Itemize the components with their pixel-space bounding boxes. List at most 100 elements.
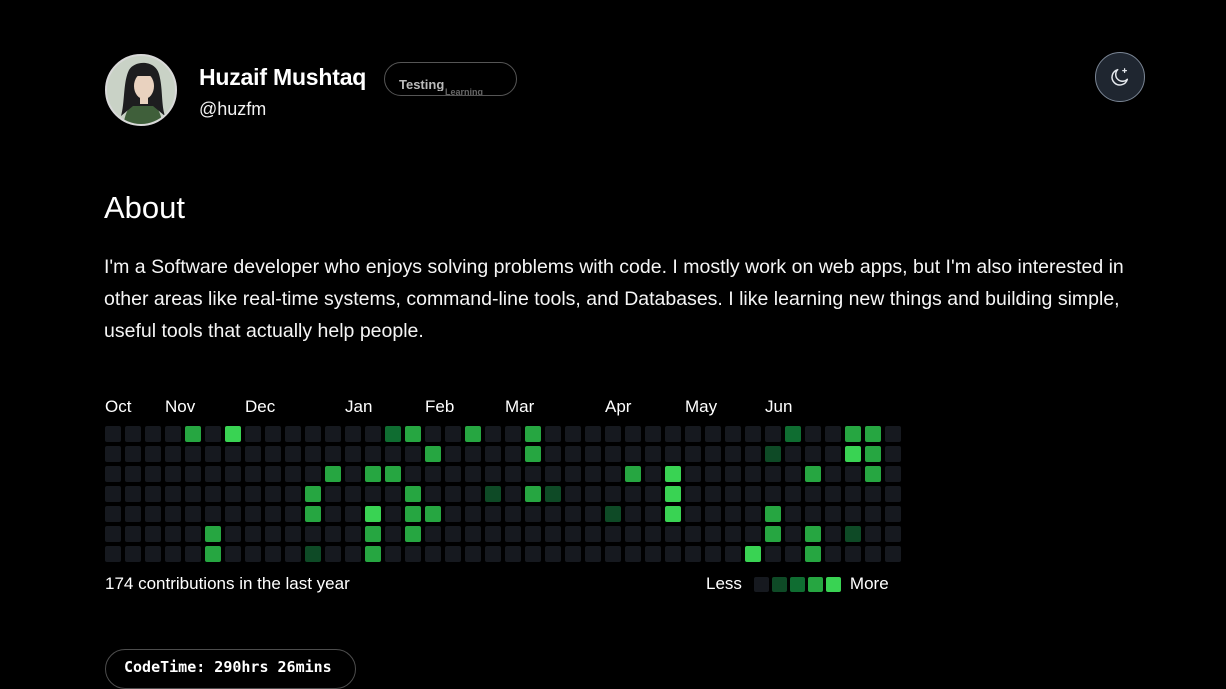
contribution-cell <box>445 546 461 562</box>
contribution-cell <box>105 506 121 522</box>
contribution-cell <box>805 466 821 482</box>
contribution-cell <box>345 546 361 562</box>
contribution-cell <box>685 446 701 462</box>
contribution-cell <box>445 506 461 522</box>
contribution-cell <box>745 426 761 442</box>
contribution-cell <box>345 486 361 502</box>
contribution-cell <box>165 546 181 562</box>
contribution-cell <box>425 546 441 562</box>
contribution-cell <box>385 546 401 562</box>
contribution-cell <box>845 486 861 502</box>
contribution-cell <box>745 546 761 562</box>
theme-toggle-button[interactable] <box>1095 52 1145 102</box>
contribution-cell <box>645 506 661 522</box>
contribution-cell <box>185 546 201 562</box>
contribution-cell <box>445 466 461 482</box>
contribution-cell <box>225 506 241 522</box>
contribution-cell <box>885 446 901 462</box>
contribution-cell <box>865 466 881 482</box>
contribution-cell <box>405 466 421 482</box>
contribution-cell <box>665 486 681 502</box>
contribution-cell <box>245 486 261 502</box>
contribution-cell <box>325 446 341 462</box>
contribution-cell <box>685 526 701 542</box>
contribution-cell <box>585 446 601 462</box>
contribution-cell <box>245 546 261 562</box>
contribution-cell <box>765 526 781 542</box>
contribution-cell <box>845 466 861 482</box>
contribution-cell <box>725 506 741 522</box>
contribution-cell <box>845 526 861 542</box>
contribution-cell <box>665 506 681 522</box>
contribution-cell <box>145 506 161 522</box>
contribution-cell <box>245 466 261 482</box>
profile-name: Huzaif Mushtaq <box>199 64 367 90</box>
contribution-cell <box>845 506 861 522</box>
contribution-cell <box>145 526 161 542</box>
contribution-cell <box>405 526 421 542</box>
contribution-cell <box>465 446 481 462</box>
contribution-cell <box>425 506 441 522</box>
contribution-cell <box>765 466 781 482</box>
contribution-cell <box>585 486 601 502</box>
contribution-cell <box>425 486 441 502</box>
contribution-cell <box>685 466 701 482</box>
contribution-cell <box>765 506 781 522</box>
contribution-cell <box>165 486 181 502</box>
contribution-cell <box>545 426 561 442</box>
contribution-cell <box>185 426 201 442</box>
contribution-cell <box>525 526 541 542</box>
legend-swatch <box>771 576 787 592</box>
contribution-cell <box>445 486 461 502</box>
contribution-cell <box>425 526 441 542</box>
month-label: Apr <box>605 397 632 416</box>
contribution-cell <box>145 486 161 502</box>
contribution-cell <box>825 506 841 522</box>
contribution-cell <box>205 506 221 522</box>
contribution-cell <box>525 506 541 522</box>
about-text: I'm a Software developer who enjoys solv… <box>104 256 1124 342</box>
contribution-cell <box>825 546 841 562</box>
contribution-months: Oct Nov Dec Jan Feb Mar Apr May Jun <box>105 397 905 419</box>
contribution-cell <box>105 546 121 562</box>
contribution-cell <box>745 506 761 522</box>
contribution-cell <box>505 446 521 462</box>
contribution-cell <box>665 526 681 542</box>
contribution-cell <box>545 526 561 542</box>
contribution-cell <box>265 526 281 542</box>
contribution-cell <box>445 446 461 462</box>
contribution-cell <box>645 486 661 502</box>
contribution-cell <box>645 426 661 442</box>
contribution-cell <box>185 486 201 502</box>
contribution-cell <box>145 446 161 462</box>
status-ghost-text: Learning <box>445 87 484 96</box>
contribution-cell <box>685 486 701 502</box>
contribution-cell <box>785 546 801 562</box>
contribution-cell <box>865 546 881 562</box>
contribution-cell <box>365 506 381 522</box>
contribution-cell <box>205 526 221 542</box>
contribution-cell <box>805 526 821 542</box>
contribution-cell <box>305 506 321 522</box>
contribution-cell <box>305 526 321 542</box>
contribution-cell <box>685 546 701 562</box>
contribution-cell <box>525 466 541 482</box>
contribution-cell <box>285 486 301 502</box>
contribution-cell <box>565 486 581 502</box>
contribution-cell <box>565 446 581 462</box>
legend-swatch <box>753 576 769 592</box>
contribution-cell <box>465 426 481 442</box>
contribution-cell <box>785 426 801 442</box>
contribution-cell <box>205 446 221 462</box>
contribution-cell <box>565 426 581 442</box>
contribution-cell <box>285 466 301 482</box>
contribution-cell <box>485 466 501 482</box>
contribution-cell <box>585 426 601 442</box>
contribution-cell <box>585 526 601 542</box>
contribution-cell <box>525 426 541 442</box>
contribution-cell <box>885 546 901 562</box>
contribution-cell <box>185 466 201 482</box>
contribution-cell <box>285 506 301 522</box>
contribution-cell <box>805 426 821 442</box>
contribution-cell <box>805 486 821 502</box>
